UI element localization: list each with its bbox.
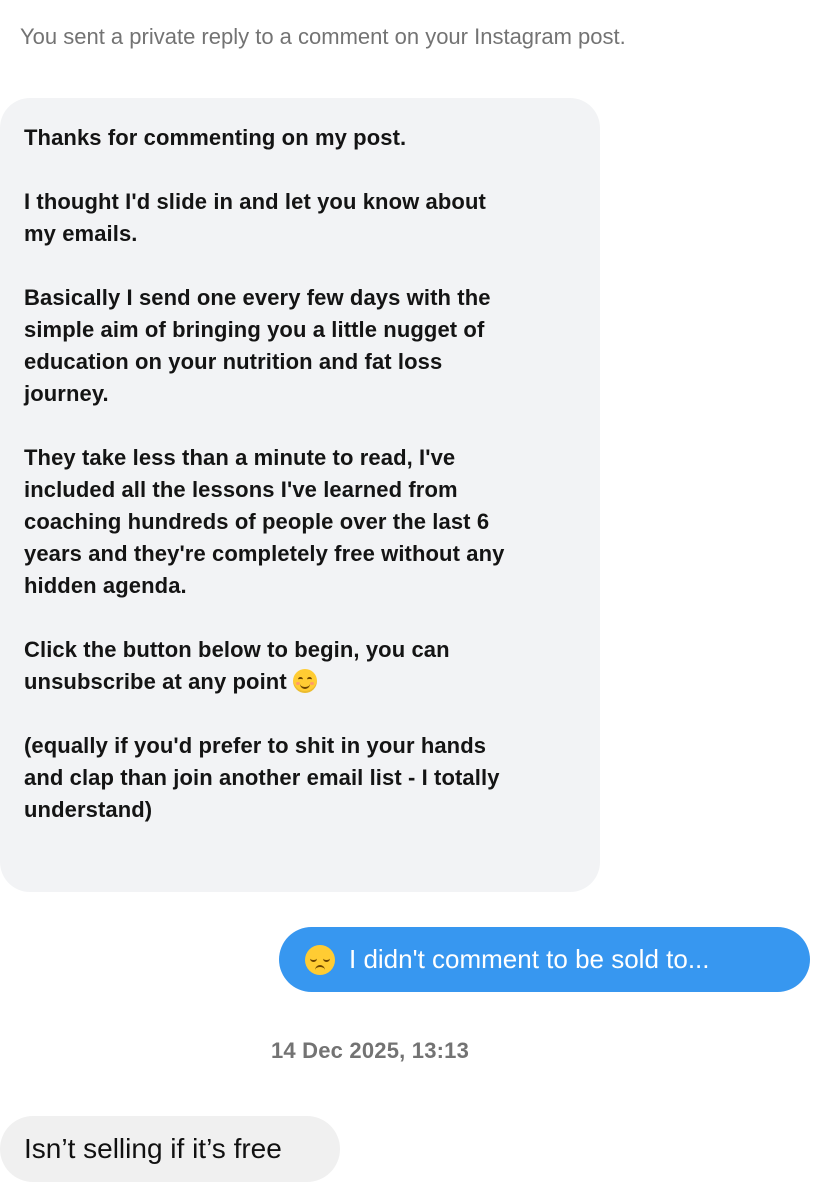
message-paragraph-with-emoji: Click the button below to begin, you can… <box>24 634 576 698</box>
outgoing-message-text: I didn't comment to be sold to... <box>349 944 710 974</box>
disappointed-face-icon <box>305 944 335 975</box>
smiling-face-icon <box>293 669 317 693</box>
outgoing-message-bubble[interactable]: I didn't comment to be sold to... <box>279 927 810 992</box>
message-paragraph: Basically I send one every few days with… <box>24 285 491 406</box>
message-paragraph: (equally if you'd prefer to shit in your… <box>24 733 500 822</box>
incoming-message-text: Isn’t selling if it’s free <box>24 1133 282 1164</box>
incoming-message-bubble-short[interactable]: Isn’t selling if it’s free <box>0 1116 340 1182</box>
message-timestamp: 14 Dec 2025, 13:13 <box>270 1038 470 1063</box>
message-paragraph: They take less than a minute to read, I'… <box>24 445 505 598</box>
system-note: You sent a private reply to a comment on… <box>20 24 626 49</box>
message-paragraph-text: Click the button below to begin, you can… <box>24 637 450 694</box>
incoming-message-bubble[interactable]: Thanks for commenting on my post. I thou… <box>0 98 600 892</box>
message-paragraph: I thought I'd slide in and let you know … <box>24 189 486 246</box>
message-paragraph: Thanks for commenting on my post. <box>24 125 407 150</box>
